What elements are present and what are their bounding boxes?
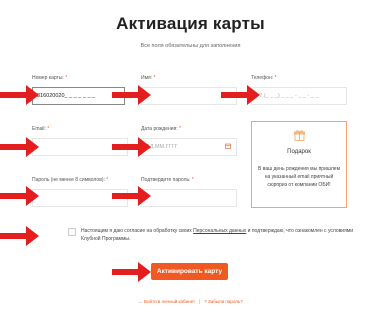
- red-arrow-icon: [0, 85, 39, 105]
- consent-text: Настоящим я даю согласие на обработку св…: [81, 228, 354, 242]
- gift-panel: Подарок В ваш день рождения мы пришлем н…: [251, 121, 347, 208]
- card-number-label: Номер карты: *: [32, 75, 68, 81]
- red-arrow-icon: [112, 137, 151, 157]
- phone-input[interactable]: +7 (_ _ _) _ _ _ - _ _ - _ _: [251, 87, 347, 105]
- activate-card-button[interactable]: Активировать карту: [151, 263, 228, 280]
- phone-label: Телефон: *: [251, 75, 277, 81]
- red-arrow-icon: [0, 186, 39, 206]
- consent-checkbox[interactable]: [68, 228, 76, 236]
- bottom-links: → Войти в личный кабинет |? Забыли пароль…: [138, 299, 243, 304]
- birthdate-label: Дата рождения: *: [141, 126, 182, 132]
- red-arrow-icon: [112, 262, 151, 282]
- red-arrow-icon: [0, 137, 39, 157]
- red-arrow-icon: [112, 186, 151, 206]
- email-label: Email: *: [32, 126, 50, 132]
- gift-icon: [294, 130, 305, 141]
- name-label: Имя: *: [141, 75, 156, 81]
- red-arrow-icon: [112, 85, 151, 105]
- password-label: Пароль (не менее 8 символов): *: [32, 177, 109, 183]
- gift-title: Подарок: [287, 149, 311, 155]
- page-title: Активация карты: [116, 14, 265, 33]
- personal-data-link[interactable]: Персональных данных: [193, 228, 246, 234]
- red-arrow-icon: [221, 85, 260, 105]
- forgot-password-link[interactable]: ? Забыли пароль?: [204, 299, 243, 304]
- confirm-password-input[interactable]: [141, 189, 237, 207]
- red-arrow-icon: [0, 226, 39, 246]
- confirm-password-label: Подтвердите пароль: *: [141, 177, 194, 183]
- calendar-icon[interactable]: [225, 139, 231, 155]
- gift-text: В ваш день рождения мы пришлем на указан…: [258, 166, 341, 188]
- page-subtitle: Все поля обязательны для заполнения: [140, 43, 241, 49]
- login-link[interactable]: → Войти в личный кабинет: [138, 299, 195, 304]
- birthdate-input[interactable]: ДД.ММ.ГГГГ: [141, 138, 237, 156]
